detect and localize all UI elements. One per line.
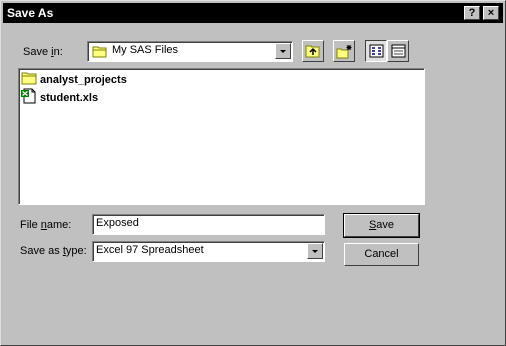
details-view-button[interactable] <box>387 40 409 62</box>
save-as-type-value: Excel 97 Spreadsheet <box>96 244 204 256</box>
file-name-value: Exposed <box>96 217 139 229</box>
folder-icon <box>92 45 108 61</box>
save-in-value: My SAS Files <box>112 44 179 56</box>
file-list[interactable]: analyst_projects student.xls <box>18 68 425 205</box>
close-button[interactable]: × <box>483 6 499 20</box>
folder-icon <box>21 71 37 88</box>
window-title: Save As <box>7 6 54 20</box>
save-in-dropdown-button[interactable] <box>275 43 291 59</box>
list-view-icon <box>369 44 384 61</box>
list-item[interactable]: student.xls <box>21 88 99 107</box>
up-folder-icon <box>305 44 321 61</box>
save-as-dialog: Save As ? × Save in: My SAS Files analys… <box>0 0 506 346</box>
list-item-label: student.xls <box>40 91 99 104</box>
save-in-label: Save in: <box>23 46 63 58</box>
list-item-label: analyst_projects <box>40 73 127 86</box>
file-name-field[interactable]: Exposed <box>92 214 325 235</box>
save-as-type-label: Save as type: <box>20 245 87 257</box>
file-name-label: File name: <box>20 219 72 231</box>
new-folder-button[interactable] <box>333 40 355 62</box>
new-folder-icon <box>336 44 353 62</box>
details-view-icon <box>391 44 406 61</box>
up-one-level-button[interactable] <box>302 40 324 62</box>
save-in-dropdown[interactable]: My SAS Files <box>87 41 293 62</box>
chevron-down-icon <box>312 250 318 253</box>
cancel-button[interactable]: Cancel <box>344 243 419 266</box>
save-as-type-dropdown[interactable]: Excel 97 Spreadsheet <box>92 241 325 262</box>
list-item[interactable]: analyst_projects <box>21 71 127 88</box>
title-bar[interactable]: Save As ? × <box>3 3 503 23</box>
excel-file-icon <box>21 88 37 107</box>
list-view-button[interactable] <box>365 40 387 62</box>
chevron-down-icon <box>280 50 286 53</box>
save-as-type-dropdown-button[interactable] <box>307 243 323 259</box>
help-button[interactable]: ? <box>464 6 480 20</box>
save-button[interactable]: Save <box>343 213 420 238</box>
